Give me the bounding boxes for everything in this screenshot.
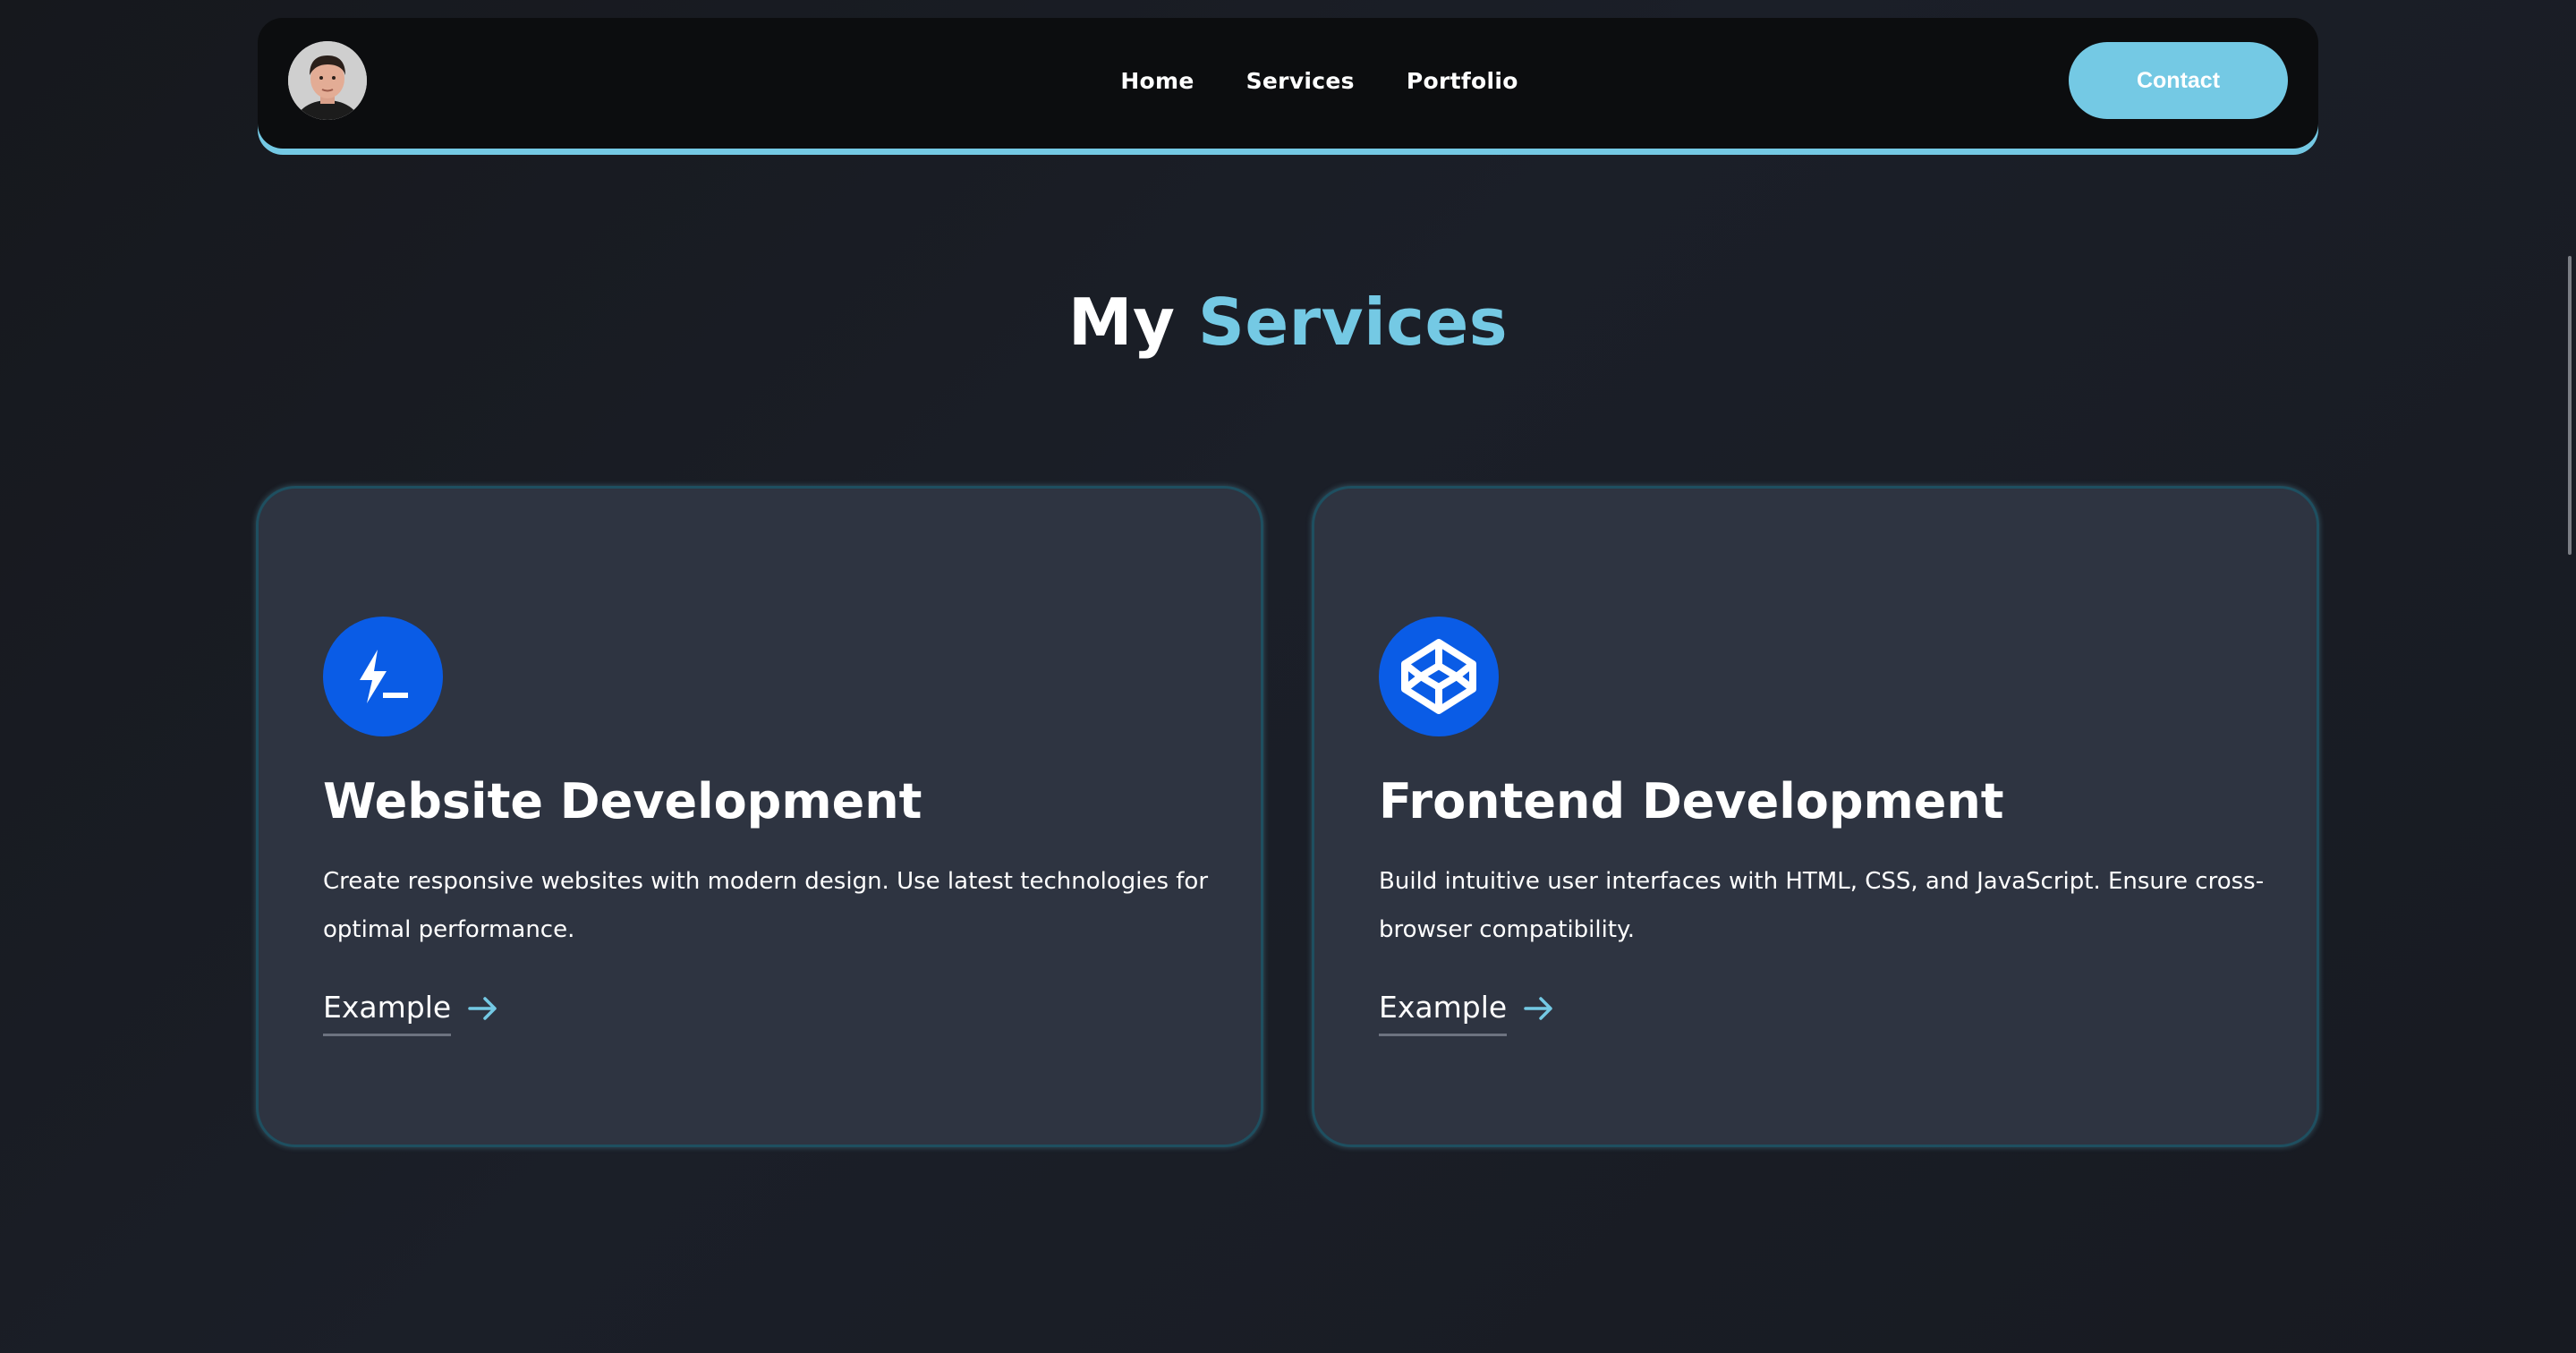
section-title: My Services xyxy=(0,285,2576,360)
nav-link-services[interactable]: Services xyxy=(1246,68,1355,94)
card-description: Build intuitive user interfaces with HTM… xyxy=(1379,868,2265,943)
section-title-plain: My xyxy=(1067,285,1176,360)
card-title: Website Development xyxy=(323,773,922,830)
nav-link-home[interactable]: Home xyxy=(1120,68,1194,94)
example-link-label[interactable]: Example xyxy=(1379,990,1508,1036)
page-scrollbar[interactable] xyxy=(2568,256,2572,555)
service-card-frontend: Frontend Development Build intuitive use… xyxy=(1312,486,2319,1147)
nav-links: Home Services Portfolio xyxy=(258,18,2318,143)
terminal-bolt-icon xyxy=(323,617,443,736)
contact-button[interactable]: Contact xyxy=(2069,42,2288,119)
nav-link-portfolio[interactable]: Portfolio xyxy=(1407,68,1518,94)
card-title: Frontend Development xyxy=(1379,773,2004,830)
card-description: Create responsive websites with modern d… xyxy=(323,868,1209,943)
service-card-website: Website Development Create responsive we… xyxy=(256,486,1263,1147)
arrow-right-icon xyxy=(1523,994,1555,1026)
example-link[interactable]: Example xyxy=(323,990,499,1036)
example-link-label[interactable]: Example xyxy=(323,990,452,1036)
section-title-accent: Services xyxy=(1197,285,1509,360)
example-link[interactable]: Example xyxy=(1379,990,1555,1036)
navbar: Home Services Portfolio Contact xyxy=(258,18,2318,149)
arrow-right-icon xyxy=(467,994,499,1026)
codepen-cube-icon xyxy=(1379,617,1499,736)
